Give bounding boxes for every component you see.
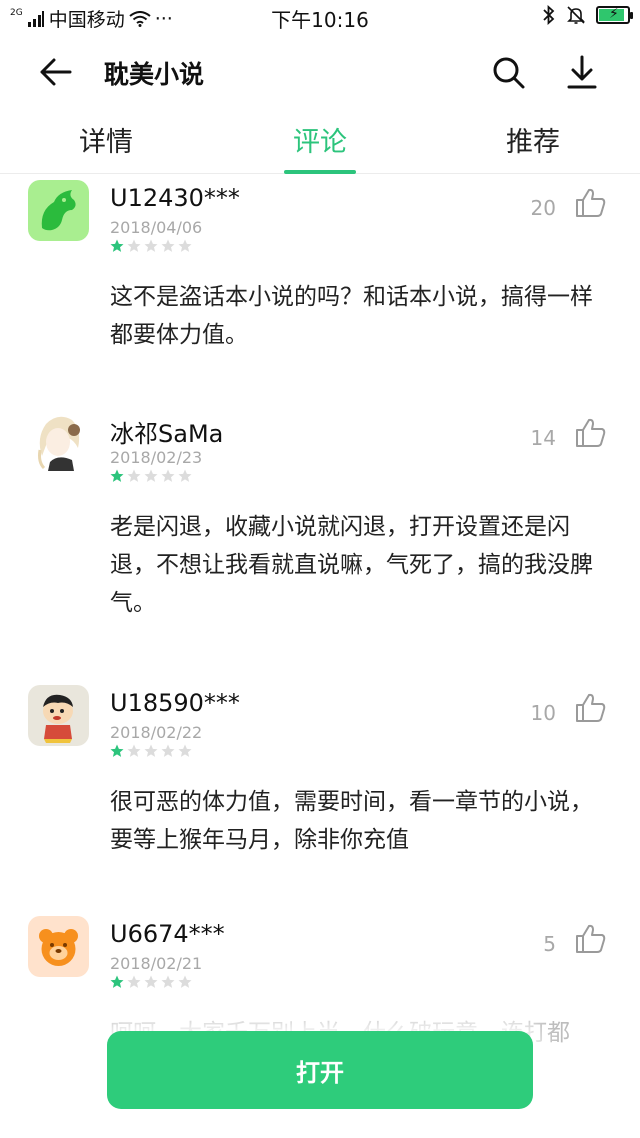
status-bar: 2G 中国移动 ··· 下午10:16 ⚡	[0, 0, 640, 34]
tab-details[interactable]: 详情	[46, 120, 166, 159]
star-empty-icon	[127, 744, 141, 757]
comment-date: 2018/02/23	[110, 448, 203, 467]
muted-bell-icon	[567, 6, 585, 24]
comment-date: 2018/02/22	[110, 723, 203, 742]
comment-date: 2018/02/21	[110, 954, 203, 973]
tab-bar: 详情 评论 推荐	[0, 110, 640, 174]
app-header: 耽美小说	[0, 34, 640, 110]
back-arrow-icon[interactable]	[36, 54, 76, 90]
avatar[interactable]	[28, 685, 89, 746]
comment-username: 冰祁SaMa	[110, 420, 224, 448]
bluetooth-icon	[543, 5, 555, 25]
star-empty-icon	[178, 975, 192, 988]
star-empty-icon	[127, 239, 141, 252]
tab-recommend[interactable]: 推荐	[473, 120, 593, 159]
star-empty-icon	[144, 975, 158, 988]
thumbs-up-icon[interactable]	[574, 691, 606, 723]
like-count: 20	[530, 196, 556, 220]
avatar[interactable]	[28, 916, 89, 977]
like-count: 5	[543, 932, 556, 956]
cartoon-boy-avatar	[43, 694, 73, 743]
rating-stars	[110, 975, 192, 989]
rating-stars	[110, 744, 192, 758]
like-count: 10	[530, 701, 556, 725]
active-tab-indicator	[284, 170, 356, 174]
star-filled-icon	[110, 744, 124, 757]
page-title: 耽美小说	[104, 60, 205, 89]
tab-comments[interactable]: 评论	[260, 120, 380, 159]
orange-bear-app-icon	[39, 929, 78, 966]
rating-stars	[110, 239, 192, 253]
comment-date: 2018/04/06	[110, 218, 203, 237]
star-filled-icon	[110, 469, 124, 482]
thumbs-up-icon[interactable]	[574, 186, 606, 218]
star-empty-icon	[178, 744, 192, 757]
comment-text: 这不是盗话本小说的吗？和话本小说，搞得一样都要体力值。	[110, 284, 593, 348]
star-empty-icon	[161, 975, 175, 988]
star-empty-icon	[178, 469, 192, 482]
status-right: ⚡	[542, 5, 633, 25]
comment-text: 老是闪退，收藏小说就闪退，打开设置还是闪退，不想让我看就直说嘛，气死了，搞的我没…	[110, 514, 593, 616]
comment-username: U18590***	[110, 689, 240, 717]
battery-icon: ⚡	[596, 6, 633, 24]
comment-username: U12430***	[110, 184, 240, 212]
star-empty-icon	[178, 239, 192, 252]
comment-text: 很可恶的体力值，需要时间，看一章节的小说，要等上猴年马月，除非你充值	[110, 789, 593, 853]
anime-girl-avatar	[38, 416, 80, 471]
star-filled-icon	[110, 975, 124, 988]
star-empty-icon	[161, 239, 175, 252]
star-empty-icon	[161, 744, 175, 757]
like-count: 14	[530, 426, 556, 450]
search-icon[interactable]	[490, 54, 526, 90]
thumbs-up-icon[interactable]	[574, 922, 606, 954]
star-empty-icon	[127, 975, 141, 988]
thumbs-up-icon[interactable]	[574, 416, 606, 448]
star-filled-icon	[110, 239, 124, 252]
rating-stars	[110, 469, 192, 483]
download-icon[interactable]	[564, 54, 600, 90]
star-empty-icon	[127, 469, 141, 482]
avatar[interactable]	[28, 180, 89, 241]
star-empty-icon	[144, 239, 158, 252]
star-empty-icon	[161, 469, 175, 482]
open-app-button[interactable]: 打开	[107, 1031, 533, 1109]
star-empty-icon	[144, 469, 158, 482]
green-horse-app-icon	[41, 190, 76, 231]
charging-bolt-icon: ⚡	[609, 6, 619, 22]
avatar[interactable]	[28, 410, 89, 471]
comment-username: U6674***	[110, 920, 225, 948]
star-empty-icon	[144, 744, 158, 757]
